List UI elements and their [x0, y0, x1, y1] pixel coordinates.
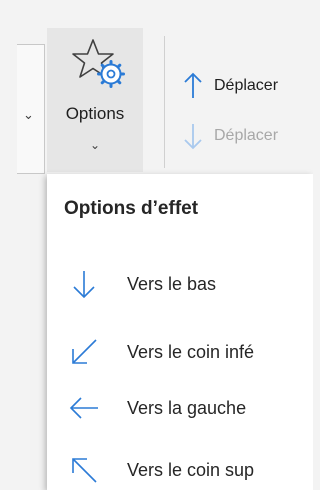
effect-options-button[interactable]: Options ⌄ [47, 28, 143, 172]
ribbon-panel: ⌄ Options ⌄ Déplacer Déplacer [0, 0, 313, 176]
options-label: Options [65, 104, 125, 123]
dropdown-title: Options d’effet [64, 198, 199, 219]
chevron-down-icon: ⌄ [89, 138, 101, 152]
menu-item-label: Vers le coin sup [127, 459, 255, 480]
arrow-down-icon [184, 124, 202, 150]
arrow-down-left-icon [72, 339, 97, 364]
move-earlier-label: Déplacer [214, 77, 279, 94]
animation-gallery-edge [0, 44, 18, 174]
move-later-button[interactable]: Déplacer [182, 118, 278, 154]
menu-item-from-bottom[interactable]: Vers le bas [47, 256, 313, 312]
effect-options-dropdown: Options d’effet Vers le bas Vers le coin… [47, 174, 313, 490]
move-earlier-button[interactable]: Déplacer [182, 68, 278, 104]
menu-item-label: Vers le coin infé [127, 341, 255, 362]
menu-item-label: Vers la gauche [127, 397, 247, 418]
arrow-up-left-icon [72, 458, 97, 483]
move-later-label: Déplacer [214, 127, 279, 144]
star-gear-icon [72, 39, 125, 88]
menu-item-from-top-left[interactable]: Vers le coin sup [47, 442, 313, 490]
menu-item-from-bottom-left[interactable]: Vers le coin infé [47, 324, 313, 380]
menu-item-label: Vers le bas [127, 273, 217, 294]
arrow-down-icon [73, 271, 95, 299]
chevron-down-icon: ⌄ [23, 107, 34, 122]
arrow-left-icon [69, 397, 98, 419]
arrow-up-icon [184, 72, 202, 98]
menu-item-from-left[interactable]: Vers la gauche [47, 380, 313, 436]
powerpoint-animation-ribbon: ⌄ Options ⌄ Déplacer Déplacer Options d’… [0, 0, 313, 490]
group-separator [164, 36, 165, 168]
gallery-more-button[interactable]: ⌄ [17, 44, 45, 174]
